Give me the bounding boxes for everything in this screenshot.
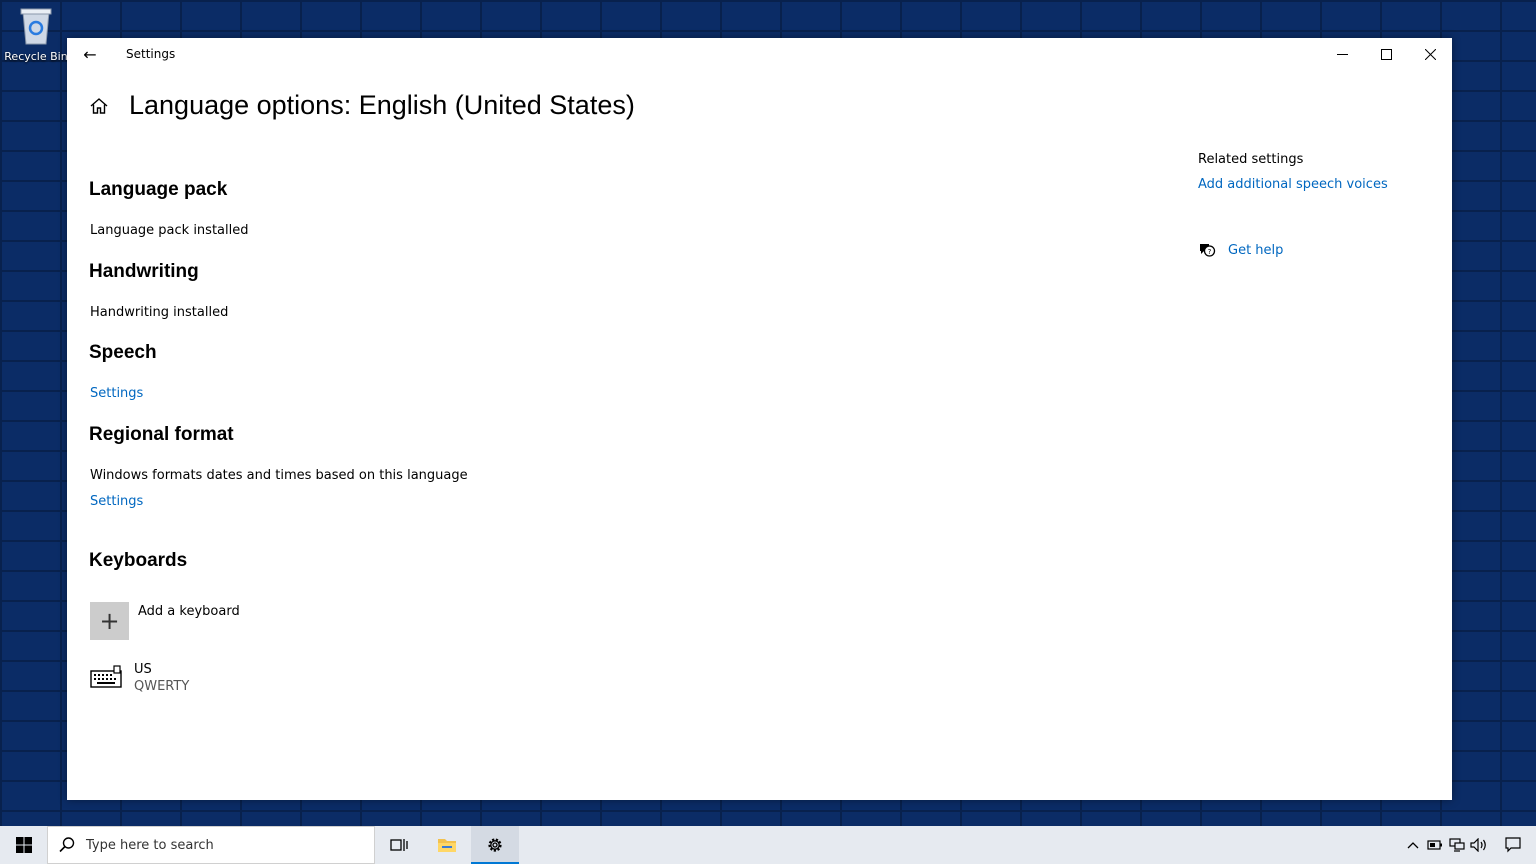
close-button[interactable] <box>1408 38 1452 70</box>
network-icon <box>1449 838 1465 852</box>
keyboard-item[interactable]: US QWERTY <box>90 662 189 694</box>
add-speech-voices-link[interactable]: Add additional speech voices <box>1198 177 1388 192</box>
chevron-up-icon <box>1407 842 1419 849</box>
language-pack-heading: Language pack <box>89 179 228 200</box>
show-hidden-icons-button[interactable] <box>1402 826 1424 864</box>
window-title: Settings <box>126 47 176 61</box>
speech-settings-link[interactable]: Settings <box>90 386 143 401</box>
keyboard-icon <box>90 665 122 688</box>
recycle-bin-icon <box>18 6 54 46</box>
search-placeholder: Type here to search <box>86 837 214 853</box>
home-icon[interactable] <box>89 96 109 116</box>
volume-button[interactable] <box>1468 826 1490 864</box>
regional-format-description: Windows formats dates and times based on… <box>90 468 468 483</box>
add-keyboard-button[interactable]: + Add a keyboard <box>90 602 240 640</box>
gear-icon <box>488 838 502 852</box>
maximize-button[interactable] <box>1364 38 1408 70</box>
battery-button[interactable] <box>1424 826 1446 864</box>
recycle-bin-shortcut[interactable]: Recycle Bin <box>4 6 68 63</box>
task-view-icon <box>390 839 408 851</box>
taskbar-search-box[interactable]: Type here to search <box>47 826 375 864</box>
back-arrow-icon: ← <box>83 44 97 64</box>
keyboards-heading: Keyboards <box>89 550 188 571</box>
windows-logo-icon <box>15 837 32 853</box>
related-settings: Related settings Add additional speech v… <box>1198 152 1388 192</box>
folder-icon <box>438 839 456 852</box>
handwriting-heading: Handwriting <box>89 261 199 282</box>
settings-taskbar-button[interactable] <box>471 826 519 864</box>
svg-text:?: ? <box>1208 248 1212 256</box>
start-button[interactable] <box>0 826 47 864</box>
title-bar: ← Settings <box>67 38 1452 70</box>
action-center-button[interactable] <box>1490 826 1536 864</box>
related-settings-heading: Related settings <box>1198 152 1304 167</box>
minimize-button[interactable] <box>1320 38 1364 70</box>
minimize-icon <box>1336 53 1348 55</box>
regional-format-heading: Regional format <box>89 424 234 445</box>
speaker-icon <box>1470 838 1486 852</box>
task-view-button[interactable] <box>375 826 423 864</box>
plus-icon: + <box>90 602 129 640</box>
back-button[interactable]: ← <box>67 38 113 70</box>
chat-help-icon: ? <box>1200 244 1216 257</box>
language-pack-status: Language pack installed <box>90 223 249 238</box>
page-header: Language options: English (United States… <box>89 90 635 121</box>
close-icon <box>1424 48 1436 60</box>
file-explorer-button[interactable] <box>423 826 471 864</box>
taskbar: Type here to search <box>0 826 1536 864</box>
regional-format-settings-link[interactable]: Settings <box>90 494 143 509</box>
get-help-label: Get help <box>1228 242 1284 258</box>
battery-icon <box>1427 840 1442 850</box>
recycle-bin-label: Recycle Bin <box>4 50 68 63</box>
page-title: Language options: English (United States… <box>129 90 635 120</box>
keyboard-name: US <box>134 662 152 677</box>
system-tray <box>1402 826 1536 864</box>
get-help-link[interactable]: ? Get help <box>1198 241 1283 259</box>
network-button[interactable] <box>1446 826 1468 864</box>
add-keyboard-label: Add a keyboard <box>138 604 240 619</box>
search-icon <box>59 837 75 853</box>
maximize-icon <box>1380 48 1392 60</box>
keyboard-layout: QWERTY <box>134 679 190 694</box>
speech-heading: Speech <box>89 342 157 363</box>
handwriting-status: Handwriting installed <box>90 305 229 320</box>
settings-window: ← Settings Language options: English (Un… <box>67 38 1452 800</box>
notification-icon <box>1505 837 1521 853</box>
